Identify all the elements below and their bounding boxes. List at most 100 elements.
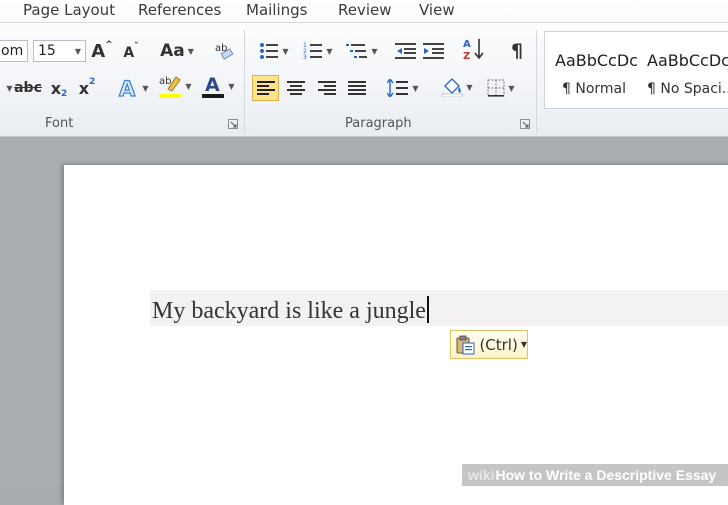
show-formatting-marks-button[interactable]: ¶	[506, 40, 528, 62]
grow-font-icon: A	[91, 40, 106, 62]
font-color-letter: A	[205, 74, 220, 96]
text-effects-icon: A	[119, 77, 137, 99]
align-center-icon	[287, 81, 305, 95]
font-row2-caret[interactable]: ▼	[3, 77, 13, 99]
increase-indent-button[interactable]	[422, 40, 446, 62]
highlight-letters: ab	[159, 76, 171, 87]
tab-page-layout[interactable]: Page Layout	[23, 1, 115, 19]
multilevel-list-icon	[346, 44, 368, 58]
shrink-font-icon: A	[123, 45, 135, 61]
style-sample: AaBbCcDc	[555, 51, 638, 70]
bullets-button[interactable]: ▼	[255, 40, 293, 62]
subscript-index: 2	[61, 89, 68, 99]
ribbon-tabs: Page Layout References Mailings Review V…	[0, 0, 728, 22]
align-center-button[interactable]	[284, 77, 308, 99]
watermark-brand: wiki	[468, 467, 495, 483]
tab-review[interactable]: Review	[338, 1, 392, 19]
justify-icon	[348, 81, 366, 95]
borders-icon	[487, 79, 505, 97]
style-no-spacing[interactable]: AaBbCcDc ¶ No Spaci...	[637, 32, 728, 108]
paragraph-group-label: Paragraph	[345, 116, 412, 131]
text-effects-button[interactable]: A ▼	[116, 77, 150, 99]
font-color-icon: A	[202, 74, 225, 98]
highlighter-icon: ab	[159, 76, 182, 98]
caret-down-small-icon: ˇ	[134, 42, 139, 52]
font-size-value: 15	[38, 43, 56, 59]
line-spacing-icon	[387, 79, 409, 97]
document-text-content: My backyard is like a jungle	[152, 298, 426, 324]
tab-divider	[0, 22, 728, 23]
align-left-icon	[256, 81, 275, 95]
tab-view[interactable]: View	[419, 1, 455, 19]
tab-mailings[interactable]: Mailings	[246, 1, 307, 19]
chevron-down-icon: ▼	[466, 82, 473, 92]
font-name-value: om	[1, 43, 24, 59]
strikethrough-icon: abc	[14, 80, 42, 96]
paste-options-button[interactable]: (Ctrl) ▼	[450, 330, 528, 359]
decrease-indent-button[interactable]	[394, 40, 418, 62]
sort-letter-z: Z	[463, 51, 470, 61]
chevron-down-icon: ▼	[371, 46, 378, 56]
watermark-title: How to Write a Descriptive Essay	[495, 467, 717, 483]
superscript-button[interactable]: x2	[76, 77, 98, 99]
chevron-down-icon: ▼	[6, 83, 13, 93]
grow-font-button[interactable]: A ^	[91, 40, 112, 62]
change-case-button[interactable]: Aa ▼	[160, 40, 194, 62]
sort-letter-a: A	[463, 39, 471, 50]
strikethrough-button[interactable]: abc	[14, 77, 42, 99]
dialog-launcher-icon[interactable]	[228, 119, 238, 129]
chevron-down-icon: ▼	[412, 83, 419, 93]
ribbon: Page Layout References Mailings Review V…	[0, 0, 728, 137]
chevron-down-icon: ▼	[326, 46, 333, 56]
increase-indent-icon	[423, 43, 444, 59]
paste-options-label: (Ctrl)	[479, 335, 518, 354]
pilcrow-icon: ¶	[510, 40, 524, 62]
numbering-button[interactable]: 123 ▼	[299, 40, 337, 62]
font-group-label: Font	[45, 116, 74, 131]
wikihow-watermark: wiki How to Write a Descriptive Essay	[462, 464, 728, 486]
sort-button[interactable]: A Z	[461, 38, 487, 61]
style-normal[interactable]: AaBbCcDc ¶ Normal	[545, 32, 638, 108]
chevron-down-icon: ▼	[187, 46, 194, 56]
chevron-down-icon: ▼	[228, 81, 235, 91]
align-right-button[interactable]	[315, 77, 339, 99]
highlight-color-button[interactable]: ab ▼	[156, 75, 194, 98]
svg-text:3: 3	[303, 54, 307, 60]
shrink-font-button[interactable]: Aˇ	[122, 42, 140, 64]
clear-formatting-button[interactable]: ab	[212, 40, 236, 62]
style-name: ¶ Normal	[562, 81, 627, 97]
chevron-down-icon: ▼	[508, 83, 515, 93]
numbering-icon: 123	[303, 42, 323, 60]
font-name-combo[interactable]: om	[0, 40, 28, 62]
justify-button[interactable]	[345, 77, 369, 99]
chevron-down-icon: ▼	[282, 46, 289, 56]
change-case-icon: Aa	[160, 41, 185, 61]
subscript-button[interactable]: x2	[48, 77, 70, 100]
subscript-icon: x	[50, 78, 62, 98]
chevron-down-icon: ▼	[520, 340, 527, 349]
superscript-index: 2	[89, 77, 96, 87]
document-page[interactable]	[64, 165, 728, 505]
document-text[interactable]: My backyard is like a jungle	[152, 296, 429, 325]
shading-button[interactable]: ▼	[438, 76, 476, 98]
font-size-combo[interactable]: 15 ▼	[33, 40, 86, 62]
tab-references[interactable]: References	[138, 1, 221, 19]
text-effects-letter: A	[119, 77, 136, 99]
group-separator	[244, 30, 245, 134]
style-sample: AaBbCcDc	[647, 51, 728, 70]
style-name: ¶ No Spaci...	[647, 81, 728, 97]
dialog-launcher-icon[interactable]	[520, 119, 530, 129]
borders-button[interactable]: ▼	[482, 77, 520, 99]
chevron-down-icon: ▼	[142, 83, 149, 93]
chevron-down-icon: ▼	[74, 46, 81, 56]
superscript-icon: x	[78, 78, 90, 98]
align-right-icon	[318, 81, 336, 95]
multilevel-list-button[interactable]: ▼	[343, 40, 381, 62]
clear-formatting-icon: ab	[215, 43, 234, 60]
decrease-indent-icon	[395, 43, 416, 59]
font-color-button[interactable]: A ▼	[199, 74, 237, 98]
align-left-button[interactable]	[252, 75, 279, 101]
clipboard-paste-icon	[456, 335, 475, 354]
line-spacing-button[interactable]: ▼	[385, 77, 421, 99]
group-separator	[536, 30, 537, 134]
